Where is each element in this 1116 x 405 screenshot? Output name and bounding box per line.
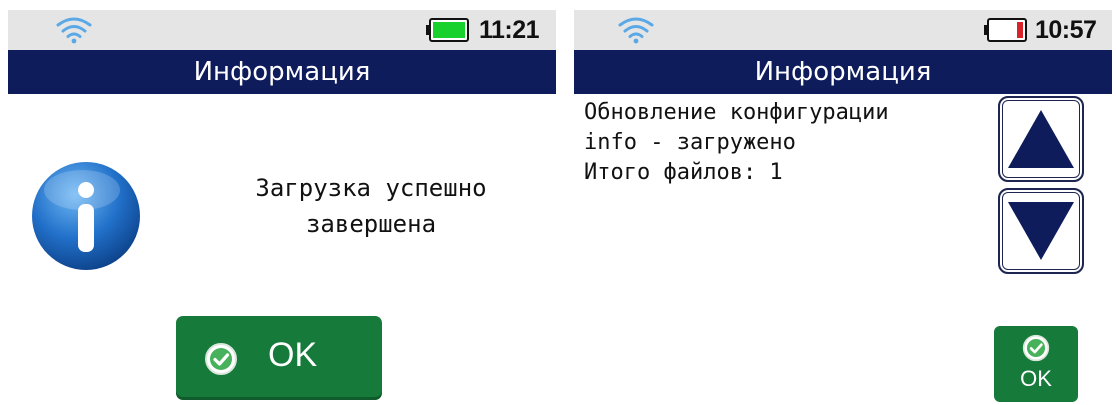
right-screen: 10:57 Информация Обновление конфигурации… (574, 0, 1112, 405)
log-text: Обновление конфигурации info - загружено… (584, 98, 984, 188)
scroll-down-button[interactable] (998, 188, 1084, 274)
status-bar: 10:57 (574, 10, 1112, 50)
log-line: Обновление конфигурации (584, 100, 889, 125)
battery-icon (984, 18, 1027, 42)
log-line: info - загружено (584, 130, 796, 155)
info-icon (32, 162, 140, 270)
clock: 11:21 (479, 16, 540, 44)
battery-fill (1017, 22, 1023, 38)
message-line: Загрузка успешно (255, 174, 487, 202)
clock: 10:57 (1035, 16, 1097, 44)
left-screen: 11:21 Информация Загрузка успешно заверш… (8, 0, 556, 405)
triangle-down-icon (1008, 202, 1074, 260)
triangle-up-icon (1008, 110, 1074, 168)
ok-label: OK (1020, 366, 1052, 391)
message-line: завершена (305, 210, 437, 238)
page-title: Информация (574, 50, 1112, 94)
ok-button[interactable]: OK (176, 316, 382, 400)
battery-icon (426, 18, 469, 42)
scroll-up-button[interactable] (998, 96, 1084, 182)
ok-button[interactable]: OK (994, 326, 1078, 402)
check-circle-icon (1022, 334, 1050, 362)
wifi-icon (56, 17, 92, 44)
status-bar: 11:21 (8, 10, 556, 50)
check-circle-icon (205, 343, 237, 375)
ok-label: OK (268, 336, 318, 374)
battery-fill (433, 22, 465, 38)
wifi-icon (618, 17, 654, 44)
page-title: Информация (8, 50, 556, 94)
log-line: Итого файлов: 1 (584, 160, 783, 185)
status-message: Загрузка успешно завершена (208, 170, 534, 242)
